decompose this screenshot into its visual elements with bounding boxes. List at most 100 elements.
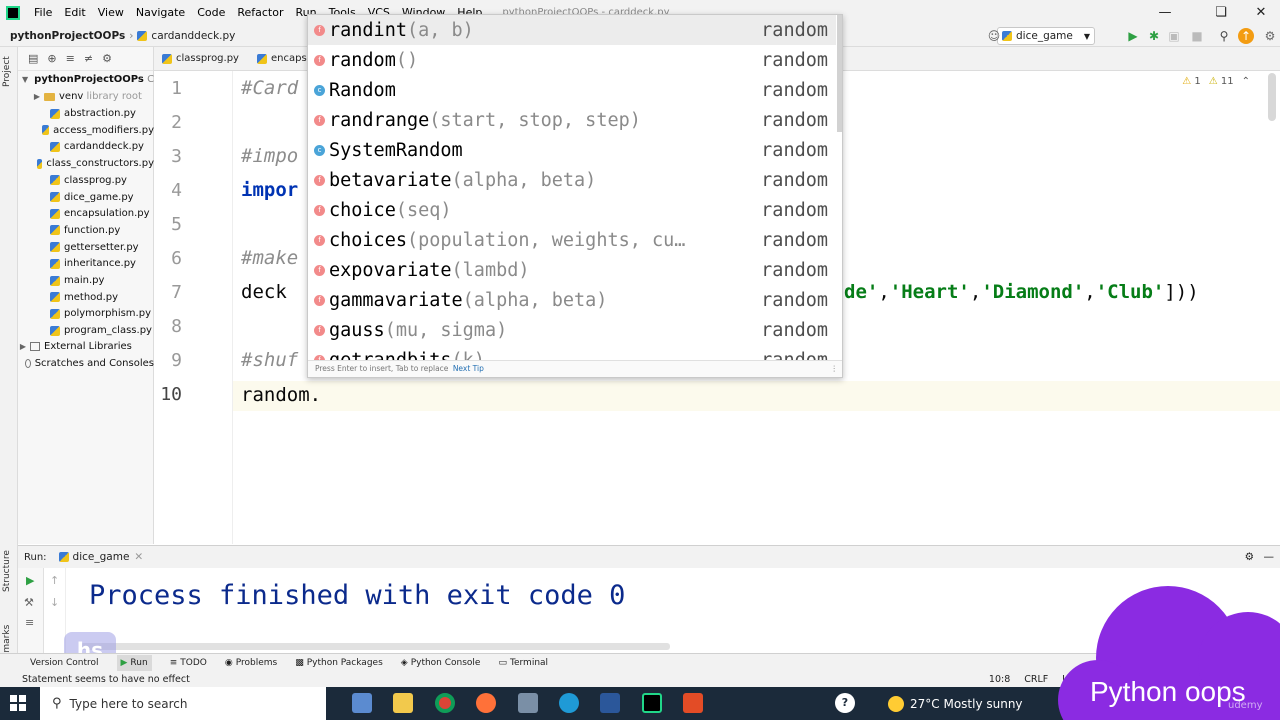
wrench-icon[interactable]: ⚒ — [24, 596, 34, 609]
pycharm-taskbar-icon[interactable] — [642, 693, 662, 713]
completion-item[interactable]: f choice (seq) random — [308, 195, 836, 225]
camtasia-icon[interactable] — [683, 693, 703, 713]
caret-position[interactable]: 10:8 — [989, 674, 1010, 685]
completion-item[interactable]: f betavariate (alpha, beta) random — [308, 165, 836, 195]
weather-widget[interactable]: 27°C Mostly sunny — [888, 687, 1023, 720]
tree-scratches[interactable]: Scratches and Consoles — [18, 355, 154, 372]
completion-item[interactable]: f gammavariate (alpha, beta) random — [308, 285, 836, 315]
run-tab-dice-game[interactable]: dice_game ✕ — [58, 551, 143, 563]
completion-item[interactable]: c Random random — [308, 75, 836, 105]
snipping-tool-icon[interactable] — [518, 693, 538, 713]
collapse-all-icon[interactable]: ≠ — [84, 52, 93, 65]
breadcrumb-file[interactable]: cardanddeck.py — [133, 30, 239, 42]
tree-file[interactable]: gettersetter.py — [18, 239, 154, 256]
tool-tab-terminal[interactable]: ▭ Terminal — [498, 658, 548, 668]
run-icon[interactable]: ▶ — [1125, 28, 1141, 44]
calculator-app-icon[interactable] — [352, 693, 372, 713]
completion-module: random — [761, 109, 828, 131]
tree-file[interactable]: class_constructors.py — [18, 155, 154, 172]
structure-tool-label[interactable]: Structure — [2, 550, 12, 592]
user-icon[interactable]: ☺ — [986, 28, 1002, 44]
tree-venv[interactable]: ▶ venv library root — [18, 88, 154, 105]
tree-file[interactable]: encapsulation.py — [18, 205, 154, 222]
debug-icon[interactable]: ✱ — [1146, 28, 1162, 44]
chrome-icon[interactable] — [435, 693, 455, 713]
inspection-widget[interactable]: ⚠ 1 ⚠ 11 ⌃ — [1182, 76, 1250, 87]
status-message: Statement seems to have no effect — [22, 673, 190, 685]
tree-external-libraries[interactable]: ▶ External Libraries — [18, 338, 154, 355]
project-tool-label[interactable]: Project — [2, 56, 12, 87]
hide-icon[interactable]: — — [1264, 551, 1275, 563]
completion-item[interactable]: f expovariate (lambd) random — [308, 255, 836, 285]
menu-refactor[interactable]: Refactor — [231, 0, 289, 25]
list-icon[interactable]: ≡ — [25, 616, 34, 629]
console-scrollbar[interactable] — [80, 643, 670, 650]
tree-file[interactable]: polymorphism.py — [18, 305, 154, 322]
tree-file[interactable]: abstraction.py — [18, 105, 154, 122]
expand-all-icon[interactable]: ≡ — [66, 52, 75, 65]
close-icon[interactable]: ✕ — [1238, 0, 1280, 25]
gear-icon[interactable]: ⚙ — [1245, 551, 1254, 563]
edge-icon[interactable] — [559, 693, 579, 713]
code-line-10: random. — [241, 384, 322, 406]
search-icon: ⚲ — [52, 696, 62, 711]
menu-code[interactable]: Code — [191, 0, 231, 25]
tree-file[interactable]: inheritance.py — [18, 255, 154, 272]
completion-item[interactable]: c SystemRandom random — [308, 135, 836, 165]
update-icon[interactable]: ↑ — [1238, 28, 1254, 44]
project-view-icon[interactable]: ▤ — [28, 52, 38, 65]
tool-tab-todo[interactable]: ≡ TODO — [170, 658, 207, 668]
tool-tab-problems[interactable]: ◉ Problems — [225, 658, 277, 668]
more-options-icon[interactable]: ⋮ — [831, 361, 839, 377]
arrow-up-icon[interactable]: ↑ — [50, 574, 59, 587]
tree-file[interactable]: dice_game.py — [18, 189, 154, 206]
tool-tab-python-packages[interactable]: ▩ Python Packages — [295, 658, 383, 668]
chevron-up-icon[interactable]: ⌃ — [1242, 76, 1250, 87]
completion-item[interactable]: f gauss (mu, sigma) random — [308, 315, 836, 345]
tree-file[interactable]: cardanddeck.py — [18, 138, 154, 155]
project-toolbar: ▤ ⊕ ≡ ≠ ⚙ — [18, 47, 153, 71]
editor-scrollbar[interactable] — [1268, 73, 1276, 121]
close-icon[interactable]: ✕ — [134, 551, 143, 563]
coverage-icon[interactable]: ▣ — [1166, 28, 1182, 44]
word-icon[interactable] — [600, 693, 620, 713]
tool-tab-run[interactable]: ▶ Run — [116, 654, 152, 671]
tree-file[interactable]: access_modifiers.py — [18, 122, 154, 139]
stop-icon[interactable]: ■ — [1189, 28, 1205, 44]
completion-item[interactable]: f randint (a, b) random — [308, 15, 836, 45]
tool-tab-python-console[interactable]: ◈ Python Console — [401, 658, 481, 668]
firefox-icon[interactable] — [476, 693, 496, 713]
rerun-icon[interactable]: ▶ — [26, 574, 34, 587]
completion-item[interactable]: f choices (population, weights, cu… random — [308, 225, 836, 255]
locate-icon[interactable]: ⊕ — [47, 52, 56, 65]
menu-file[interactable]: File — [28, 0, 58, 25]
tree-root[interactable]: ▼ pythonProjectOOPs C — [18, 71, 154, 88]
file-explorer-icon[interactable] — [393, 693, 413, 713]
tree-file[interactable]: function.py — [18, 222, 154, 239]
help-icon[interactable]: ? — [835, 693, 855, 713]
tree-file[interactable]: classprog.py — [18, 172, 154, 189]
run-configuration-select[interactable]: dice_game ▼ — [997, 27, 1095, 45]
tool-tab-version-control[interactable]: Version Control — [30, 658, 99, 668]
search-icon[interactable]: ⚲ — [1216, 28, 1232, 44]
tab-classprog[interactable]: classprog.py — [154, 47, 249, 71]
tree-file[interactable]: main.py — [18, 272, 154, 289]
next-tip-link[interactable]: Next Tip — [453, 364, 484, 373]
tree-scratches-label: Scratches and Consoles — [34, 358, 154, 369]
taskbar-search[interactable]: ⚲ Type here to search — [40, 687, 326, 720]
settings-icon[interactable]: ⚙ — [1262, 28, 1278, 44]
windows-start-icon[interactable] — [10, 695, 26, 711]
breadcrumb-project[interactable]: pythonProjectOOPs — [0, 30, 129, 42]
line-separator[interactable]: CRLF — [1024, 674, 1048, 685]
arrow-down-icon[interactable]: ↓ — [50, 596, 59, 609]
tree-file[interactable]: program_class.py — [18, 322, 154, 339]
completion-scrollbar[interactable] — [837, 15, 842, 132]
gear-icon[interactable]: ⚙ — [102, 52, 112, 65]
menu-view[interactable]: View — [92, 0, 130, 25]
menu-navigate[interactable]: Navigate — [130, 0, 191, 25]
minimize-icon[interactable]: — — [1142, 0, 1188, 25]
menu-edit[interactable]: Edit — [58, 0, 91, 25]
completion-item[interactable]: f random() random — [308, 45, 836, 75]
completion-item[interactable]: f randrange (start, stop, step) random — [308, 105, 836, 135]
tree-file[interactable]: method.py — [18, 289, 154, 306]
